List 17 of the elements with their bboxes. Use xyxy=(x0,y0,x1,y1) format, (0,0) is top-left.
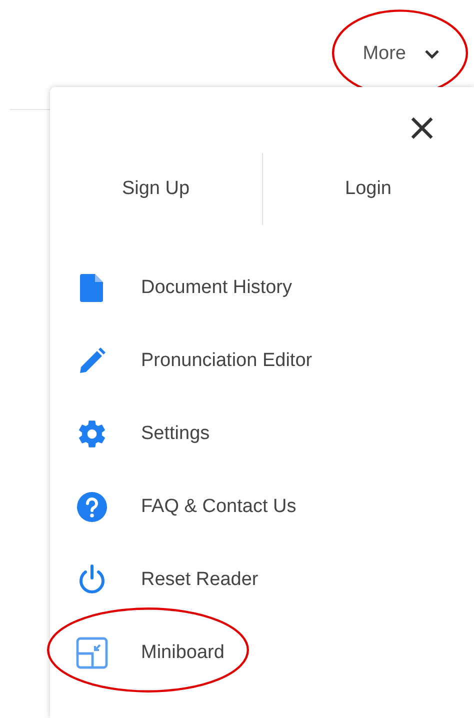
menu-item[interactable]: Document History xyxy=(141,276,292,298)
auth-button[interactable]: Sign Up xyxy=(50,153,262,225)
auth-button[interactable]: Login xyxy=(262,153,474,225)
miniboard-icon xyxy=(76,636,108,668)
more-button[interactable]: More xyxy=(362,41,440,67)
menu-item[interactable]: Pronunciation Editor xyxy=(141,350,312,372)
settings-icon xyxy=(76,418,108,450)
menu-item[interactable]: Settings xyxy=(141,422,210,444)
chevron-down-icon xyxy=(424,49,440,59)
menu-item[interactable]: Miniboard xyxy=(141,642,224,664)
help-icon xyxy=(76,490,108,522)
close-button[interactable]: × xyxy=(406,111,438,143)
power-icon xyxy=(77,564,107,596)
menu-item[interactable]: FAQ & Contact Us xyxy=(141,496,296,518)
pencil-icon xyxy=(77,346,107,376)
document-icon xyxy=(78,272,106,302)
menu-item[interactable]: Reset Reader xyxy=(141,568,258,590)
